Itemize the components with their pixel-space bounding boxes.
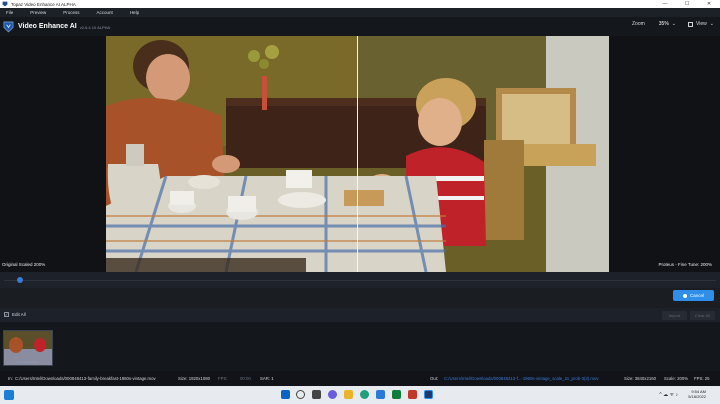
window-title: Topaz Video Enhance AI ALPHA [11, 1, 76, 7]
cancel-label: Cancel [689, 293, 704, 298]
xbox-icon[interactable] [392, 390, 401, 399]
stop-icon [682, 293, 687, 298]
app-version: v2.6.4.10 ALPHA [79, 25, 111, 30]
edit-all-label: Edit All [12, 312, 26, 317]
input-label: In: [8, 376, 13, 381]
output-size: Size: 3840x2160 [624, 376, 657, 381]
chevron-down-icon[interactable]: ⌄ [672, 21, 676, 27]
edit-all-checkbox[interactable]: ✓ Edit All [4, 312, 26, 317]
check-icon: ✓ [4, 312, 9, 317]
thumbnail-label: family-breakfast [17, 360, 39, 364]
timeline[interactable] [0, 272, 720, 288]
cancel-button[interactable]: Cancel [673, 290, 714, 301]
video-list: family-breakfast [0, 322, 720, 371]
menu-bar: File Preview Process Account Help [0, 8, 720, 17]
clear-all-button[interactable]: Clear All [690, 311, 715, 320]
output-path-link[interactable]: C:/Users/Intel/Downloads/000848413-f...-… [444, 376, 620, 381]
shield-logo-icon [3, 21, 14, 32]
zoom-label: Zoom [632, 21, 645, 27]
start-icon[interactable] [281, 390, 290, 399]
store-icon[interactable] [376, 390, 385, 399]
app-name: Video Enhance AI [18, 23, 77, 30]
menu-preview[interactable]: Preview [30, 10, 46, 15]
app-header: Video Enhance AI v2.6.4.10 ALPHA Zoom 35… [0, 17, 720, 36]
clock-date: 5/18/2022 [688, 394, 706, 399]
edge-icon[interactable] [360, 390, 369, 399]
output-fps: FPS: 25 [694, 376, 710, 381]
search-icon[interactable] [296, 390, 305, 399]
input-fps: FPS: [218, 376, 228, 381]
task-view-icon[interactable] [312, 390, 321, 399]
app-icon-red[interactable] [408, 390, 417, 399]
clock[interactable]: 9:54 AM 5/18/2022 [688, 389, 706, 399]
menu-file[interactable]: File [6, 10, 13, 15]
status-bar: In: C:/Users/Intel/Downloads/000848413-f… [0, 371, 720, 386]
widgets-icon[interactable] [4, 390, 14, 400]
edit-bar: ✓ Edit All Import Clear All [0, 308, 720, 322]
file-explorer-icon[interactable] [344, 390, 353, 399]
preview-canvas[interactable] [0, 36, 720, 272]
input-duration: 00:00 [240, 376, 251, 381]
input-path: C:/Users/Intel/Downloads/000848413-famil… [15, 376, 156, 381]
windows-taskbar: ^ ☁ ᯤ ♪ 9:54 AM 5/18/2022 [0, 386, 720, 404]
import-button[interactable]: Import [662, 311, 687, 320]
comparison-split-line[interactable] [357, 36, 358, 272]
video-thumbnail[interactable]: family-breakfast [3, 330, 53, 366]
menu-help[interactable]: Help [130, 10, 139, 15]
tray-symbols: ^ ☁ ᯤ ♪ [659, 392, 678, 398]
timeline-track[interactable] [4, 280, 716, 281]
output-label: Out: [430, 376, 439, 381]
close-button[interactable]: ✕ [698, 0, 720, 8]
window-titlebar: Topaz Video Enhance AI ALPHA — ☐ ✕ [0, 0, 720, 8]
processed-label: Proteus - Fine Tune: 200% [658, 262, 712, 267]
playhead-handle[interactable] [17, 277, 23, 283]
view-button[interactable]: View ⌄ [688, 21, 714, 27]
zoom-control[interactable]: Zoom 35% ⌄ [632, 21, 676, 27]
topaz-app-icon [2, 1, 8, 7]
chat-icon[interactable] [328, 390, 337, 399]
original-label: Original Scaled 200% [2, 262, 46, 267]
chevron-down-icon: ⌄ [709, 21, 714, 27]
input-size: Size: 1920x1080 [178, 376, 211, 381]
system-tray[interactable]: ^ ☁ ᯤ ♪ [659, 392, 678, 398]
output-scale: Scale: 200% [664, 376, 689, 381]
menu-account[interactable]: Account [97, 10, 113, 15]
minimize-button[interactable]: — [654, 0, 676, 8]
controls-bar: Cancel [0, 288, 720, 308]
menu-process[interactable]: Process [63, 10, 79, 15]
sar-value: SAR: 1 [260, 376, 274, 381]
view-layout-icon [688, 21, 694, 27]
view-label: View [696, 21, 707, 27]
zoom-value[interactable]: 35% [659, 21, 669, 27]
maximize-button[interactable]: ☐ [676, 0, 698, 8]
topaz-taskbar-icon[interactable] [424, 390, 433, 399]
